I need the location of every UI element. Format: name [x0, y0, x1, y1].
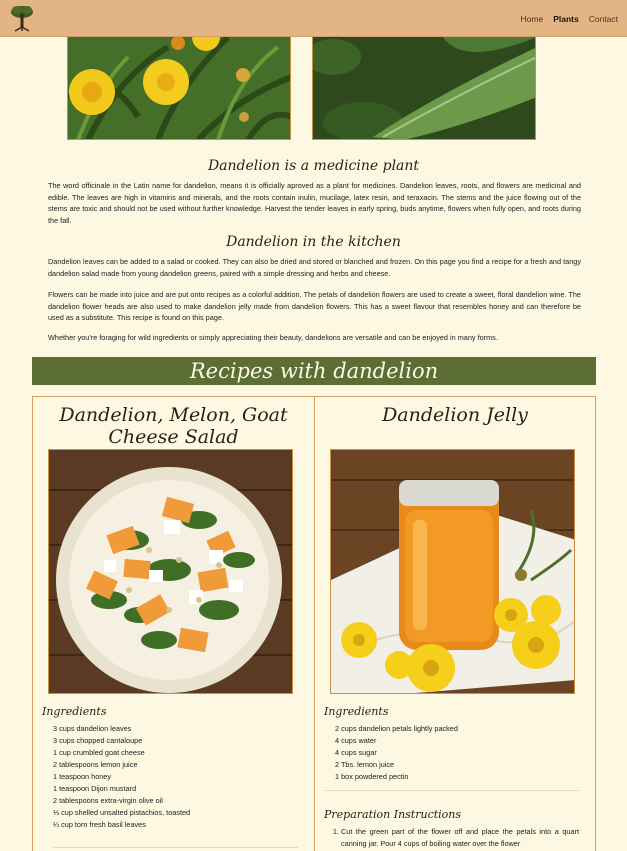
ingredient-item: 1 teaspoon Dijon mustard	[53, 784, 137, 793]
kitchen-text-1: Dandelion leaves can be added to a salad…	[48, 257, 581, 278]
ingredient-item: ⅓ cup shelled unsalted pistachios, toast…	[53, 808, 191, 817]
preparation-step: Cut the green part of the flower off and…	[341, 826, 579, 850]
divider	[53, 847, 298, 848]
ingredients-heading: Ingredients	[324, 705, 389, 718]
recipe-card-jelly: Dandelion Jelly Ingredients 2 cups dande…	[314, 396, 596, 851]
nav-contact-link[interactable]: Contact	[589, 14, 618, 24]
ingredient-item: 1 teaspoon honey	[53, 772, 112, 781]
site-header: Home Plants Contact	[0, 0, 627, 37]
tree-logo-icon[interactable]	[9, 4, 35, 32]
kitchen-heading: Dandelion in the kitchen	[226, 234, 401, 250]
salad-photo	[48, 449, 293, 694]
ingredients-list: 2 cups dandelion petals lightly packed 4…	[335, 723, 458, 783]
ingredient-item: 2 tablespoons lemon juice	[53, 760, 138, 769]
ingredients-heading: Ingredients	[42, 705, 107, 718]
ingredient-item: 4 cups water	[335, 736, 377, 745]
ingredient-item: 3 cups chopped cantaloupe	[53, 736, 143, 745]
kitchen-text-2: Flowers can be made into juice and are p…	[48, 290, 581, 323]
nav-home-link[interactable]: Home	[521, 14, 544, 24]
divider	[325, 790, 579, 791]
ingredient-item: 2 cups dandelion petals lightly packed	[335, 724, 458, 733]
medicine-heading: Dandelion is a medicine plant	[207, 158, 420, 174]
medicine-text: The word officinale in the Latin name fo…	[48, 181, 581, 225]
ingredient-item: 1 box powdered pectin	[335, 772, 409, 781]
recipes-banner: Recipes with dandelion	[32, 357, 596, 385]
nav-plants-link[interactable]: Plants	[553, 14, 579, 24]
ingredient-item: 1 cup crumbled goat cheese	[53, 748, 145, 757]
ingredients-list: 3 cups dandelion leaves 3 cups chopped c…	[53, 723, 190, 831]
recipe-title: Dandelion, Melon, Goat Cheese Salad	[59, 404, 288, 448]
ingredient-item: 2 Tbs. lemon juice	[335, 760, 395, 769]
ingredient-item: 2 tablespoons extra-virgin olive oil	[53, 796, 163, 805]
preparation-heading: Preparation Instructions	[324, 808, 462, 821]
dandelion-leaf-photo	[312, 37, 536, 140]
ingredient-item: 4 cups sugar	[335, 748, 377, 757]
ingredient-item: ¼ cup torn fresh basil leaves	[53, 820, 146, 829]
kitchen-text-3: Whether you're foraging for wild ingredi…	[48, 333, 498, 342]
ingredient-item: 3 cups dandelion leaves	[53, 724, 132, 733]
jelly-photo	[330, 449, 575, 694]
preparation-list: Cut the green part of the flower off and…	[341, 826, 579, 850]
dandelion-flowers-photo	[67, 37, 291, 140]
recipe-card-salad: Dandelion, Melon, Goat Cheese Salad Ingr…	[32, 396, 315, 851]
recipe-title: Dandelion Jelly	[382, 404, 528, 426]
main-nav: Home Plants Contact	[521, 14, 619, 24]
